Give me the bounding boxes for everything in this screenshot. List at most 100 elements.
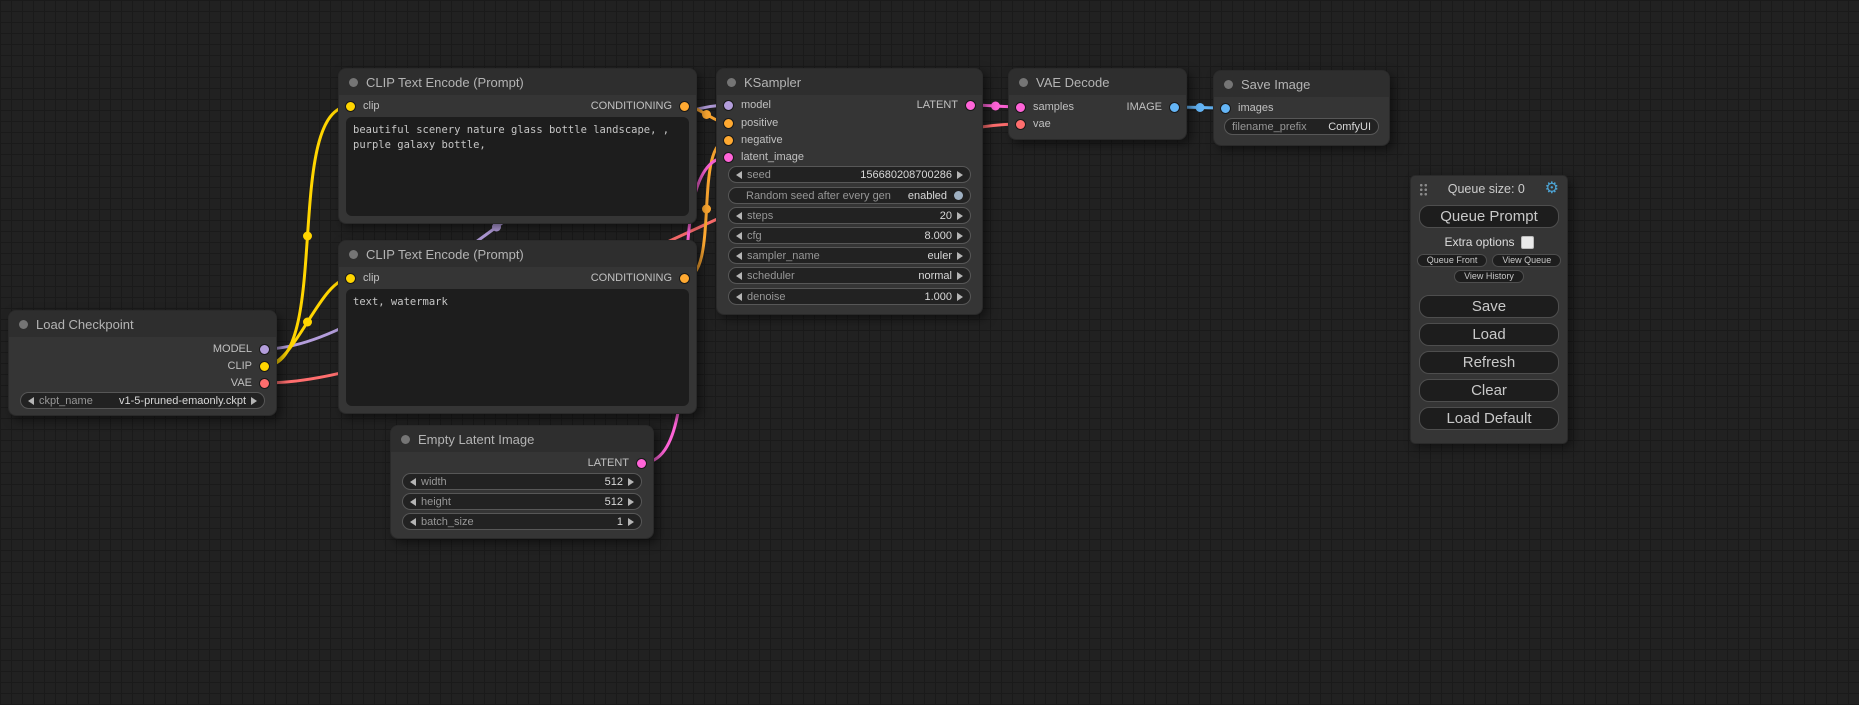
decrement-arrow-icon[interactable] [410, 498, 416, 506]
decrement-arrow-icon[interactable] [736, 232, 742, 240]
node-save-image[interactable]: Save Image images filename_prefix ComfyU… [1213, 70, 1390, 146]
increment-arrow-icon[interactable] [957, 272, 963, 280]
increment-arrow-icon[interactable] [628, 498, 634, 506]
load-button[interactable]: Load [1419, 323, 1559, 346]
widget-value: 8.000 [924, 230, 952, 242]
queue-prompt-button[interactable]: Queue Prompt [1419, 205, 1559, 228]
queue-front-button[interactable]: Queue Front [1417, 254, 1488, 267]
increment-arrow-icon[interactable] [957, 293, 963, 301]
drag-handle-icon[interactable] [1419, 183, 1428, 196]
output-port-conditioning[interactable] [679, 101, 690, 112]
node-vae-decode[interactable]: VAE Decode samples IMAGE vae [1008, 68, 1187, 140]
link-midpoint-dot [702, 110, 711, 119]
scheduler-widget[interactable]: scheduler normal [728, 267, 971, 284]
batch-size-widget[interactable]: batch_size 1 [402, 513, 642, 530]
link-midpoint-dot [991, 102, 1000, 111]
view-queue-button[interactable]: View Queue [1492, 254, 1561, 267]
collapse-dot-icon[interactable] [349, 78, 358, 87]
node-title-bar[interactable]: KSampler [717, 69, 982, 95]
node-ksampler[interactable]: KSampler model LATENT positive negative … [716, 68, 983, 315]
collapse-dot-icon[interactable] [19, 320, 28, 329]
increment-arrow-icon[interactable] [628, 478, 634, 486]
output-port-latent[interactable] [965, 100, 976, 111]
prompt-textarea[interactable]: beautiful scenery nature glass bottle la… [346, 117, 689, 216]
graph-canvas[interactable]: Load Checkpoint MODEL CLIP VAE ckpt_name… [0, 0, 1859, 705]
output-label-image: IMAGE [1127, 101, 1162, 113]
input-port-vae[interactable] [1015, 119, 1026, 130]
output-label-conditioning: CONDITIONING [591, 272, 672, 284]
decrement-arrow-icon[interactable] [410, 518, 416, 526]
steps-widget[interactable]: steps 20 [728, 207, 971, 224]
node-title-bar[interactable]: Load Checkpoint [9, 311, 276, 337]
increment-arrow-icon[interactable] [957, 252, 963, 260]
collapse-dot-icon[interactable] [349, 250, 358, 259]
node-load-checkpoint[interactable]: Load Checkpoint MODEL CLIP VAE ckpt_name… [8, 310, 277, 416]
decrement-arrow-icon[interactable] [736, 272, 742, 280]
output-port-vae[interactable] [259, 378, 270, 389]
output-port-image[interactable] [1169, 102, 1180, 113]
collapse-dot-icon[interactable] [1224, 80, 1233, 89]
output-label-latent: LATENT [588, 457, 629, 469]
node-empty-latent-image[interactable]: Empty Latent Image LATENT width 512 heig… [390, 425, 654, 539]
input-port-clip[interactable] [345, 101, 356, 112]
settings-gear-icon[interactable]: ⚙ [1545, 181, 1559, 197]
widget-label: denoise [747, 291, 786, 303]
increment-arrow-icon[interactable] [251, 397, 257, 405]
link-midpoint-dot [303, 232, 312, 241]
denoise-widget[interactable]: denoise 1.000 [728, 288, 971, 305]
collapse-dot-icon[interactable] [1019, 78, 1028, 87]
output-port-latent[interactable] [636, 458, 647, 469]
increment-arrow-icon[interactable] [957, 212, 963, 220]
node-clip-text-encode-positive[interactable]: CLIP Text Encode (Prompt) clip CONDITION… [338, 68, 697, 224]
load-default-button[interactable]: Load Default [1419, 407, 1559, 430]
comfy-menu[interactable]: Queue size: 0 ⚙ Queue Prompt Extra optio… [1410, 175, 1568, 444]
output-port-model[interactable] [259, 344, 270, 355]
node-title-bar[interactable]: CLIP Text Encode (Prompt) [339, 69, 696, 95]
increment-arrow-icon[interactable] [957, 232, 963, 240]
widget-label: scheduler [747, 270, 795, 282]
output-label-conditioning: CONDITIONING [591, 100, 672, 112]
collapse-dot-icon[interactable] [401, 435, 410, 444]
height-widget[interactable]: height 512 [402, 493, 642, 510]
refresh-button[interactable]: Refresh [1419, 351, 1559, 374]
output-port-conditioning[interactable] [679, 273, 690, 284]
node-title-bar[interactable]: VAE Decode [1009, 69, 1186, 95]
node-title: CLIP Text Encode (Prompt) [366, 75, 524, 90]
extra-options-checkbox[interactable] [1521, 236, 1534, 249]
increment-arrow-icon[interactable] [628, 518, 634, 526]
input-port-positive[interactable] [723, 118, 734, 129]
toggle-knob-icon[interactable] [954, 191, 963, 200]
save-button[interactable]: Save [1419, 295, 1559, 318]
input-port-latent-image[interactable] [723, 152, 734, 163]
sampler-name-widget[interactable]: sampler_name euler [728, 247, 971, 264]
link-midpoint-dot [303, 318, 312, 327]
filename-prefix-widget[interactable]: filename_prefix ComfyUI [1224, 118, 1379, 135]
decrement-arrow-icon[interactable] [736, 171, 742, 179]
widget-label: ckpt_name [39, 395, 93, 407]
prompt-textarea[interactable]: text, watermark [346, 289, 689, 406]
input-port-images[interactable] [1220, 103, 1231, 114]
decrement-arrow-icon[interactable] [28, 397, 34, 405]
decrement-arrow-icon[interactable] [736, 212, 742, 220]
decrement-arrow-icon[interactable] [410, 478, 416, 486]
cfg-widget[interactable]: cfg 8.000 [728, 227, 971, 244]
decrement-arrow-icon[interactable] [736, 293, 742, 301]
ckpt-name-widget[interactable]: ckpt_name v1-5-pruned-emaonly.ckpt [20, 392, 265, 409]
width-widget[interactable]: width 512 [402, 473, 642, 490]
input-port-negative[interactable] [723, 135, 734, 146]
node-title-bar[interactable]: Empty Latent Image [391, 426, 653, 452]
random-seed-toggle-widget[interactable]: Random seed after every gen enabled [728, 187, 971, 204]
node-title-bar[interactable]: CLIP Text Encode (Prompt) [339, 241, 696, 267]
input-port-model[interactable] [723, 100, 734, 111]
input-port-clip[interactable] [345, 273, 356, 284]
view-history-button[interactable]: View History [1454, 270, 1524, 283]
decrement-arrow-icon[interactable] [736, 252, 742, 260]
node-clip-text-encode-negative[interactable]: CLIP Text Encode (Prompt) clip CONDITION… [338, 240, 697, 414]
seed-widget[interactable]: seed 156680208700286 [728, 166, 971, 183]
clear-button[interactable]: Clear [1419, 379, 1559, 402]
node-title-bar[interactable]: Save Image [1214, 71, 1389, 97]
input-port-samples[interactable] [1015, 102, 1026, 113]
increment-arrow-icon[interactable] [957, 171, 963, 179]
collapse-dot-icon[interactable] [727, 78, 736, 87]
output-port-clip[interactable] [259, 361, 270, 372]
